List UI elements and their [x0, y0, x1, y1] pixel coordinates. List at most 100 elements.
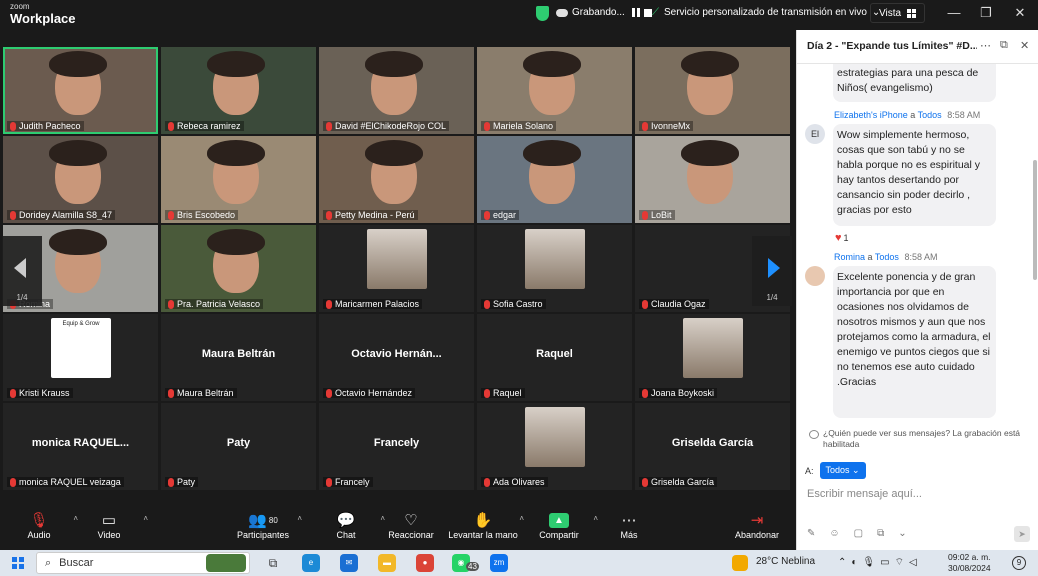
share-screen-button[interactable]: ▲ Compartir ˄	[524, 510, 598, 540]
participant-tile[interactable]: Sofia Castro	[477, 225, 632, 312]
more-button[interactable]: ⋯ Más	[594, 510, 664, 540]
participant-name-label: Judith Pacheco	[7, 121, 84, 131]
participant-tile[interactable]: Maura Beltrán Maura Beltrán	[161, 314, 316, 401]
participant-tile[interactable]: Rebeca ramirez	[161, 47, 316, 134]
participant-tile[interactable]: IvonneMx	[635, 47, 790, 134]
weather-text[interactable]: 28°C Neblina	[756, 556, 815, 567]
security-shield-icon[interactable]	[536, 6, 549, 21]
recipient-name: Todos	[917, 110, 942, 120]
participant-name-label: Claudia Ogaz	[639, 299, 709, 309]
participant-tile[interactable]: Bris Escobedo	[161, 136, 316, 223]
participant-tile[interactable]: Raquel Raquel	[477, 314, 632, 401]
video-options-caret[interactable]: ˄	[143, 514, 148, 523]
participant-name-label: Joana Boykoski	[639, 388, 718, 398]
audio-button[interactable]: 🎙 Audio ˄	[4, 510, 78, 540]
chat-more-options-icon[interactable]: ⋯	[980, 39, 991, 52]
chevron-right-icon	[768, 258, 780, 278]
muted-mic-icon	[168, 121, 174, 131]
muted-mic-icon	[168, 388, 174, 398]
participants-options-caret[interactable]: ˄	[297, 514, 302, 523]
file-explorer-icon[interactable]: ▬	[378, 554, 396, 572]
next-page-button[interactable]: 1/4	[752, 236, 792, 306]
weather-icon[interactable]	[732, 555, 748, 571]
view-button[interactable]: Vista	[870, 3, 926, 23]
task-view-icon[interactable]: ⧉	[264, 554, 282, 572]
participants-button[interactable]: 👥 80 Participantes ˄	[228, 510, 302, 540]
muted-mic-icon	[484, 477, 490, 487]
video-button[interactable]: ▭ Video ˄	[74, 510, 148, 540]
clock[interactable]: 09:02 a. m. 30/08/2024	[948, 552, 991, 574]
pause-recording-icon[interactable]	[631, 8, 640, 17]
people-icon	[809, 430, 819, 439]
edge-icon[interactable]: e	[302, 554, 320, 572]
notice-text: ¿Quién puede ver sus mensajes? La grabac…	[823, 428, 1021, 449]
livestream-indicator[interactable]: ⟋ Servicio personalizado de transmisión …	[652, 7, 880, 18]
chat-button[interactable]: 💬 Chat ˄	[311, 510, 385, 540]
participant-tile[interactable]: Petty Medina - Perú	[319, 136, 474, 223]
previous-page-button[interactable]: 1/4	[2, 236, 42, 306]
participant-name-label: LoBit	[639, 210, 675, 220]
notification-badge[interactable]: 9	[1012, 556, 1026, 570]
participant-tile[interactable]: Maricarmen Palacios	[319, 225, 474, 312]
participant-tile[interactable]: Octavio Hernán... Octavio Hernández	[319, 314, 474, 401]
participant-video-hair	[365, 51, 423, 77]
windows-start-icon[interactable]	[12, 557, 24, 569]
send-button[interactable]: ➤	[1014, 526, 1030, 542]
muted-mic-icon	[168, 210, 174, 220]
chat-messages[interactable]: estrategias para una pesca de Niños( eva…	[797, 64, 1033, 428]
participants-label: Participantes	[236, 530, 290, 540]
zoom-taskbar-icon[interactable]: zm	[490, 554, 508, 572]
participant-tile[interactable]: LoBit	[635, 136, 790, 223]
participant-tile[interactable]: edgar	[477, 136, 632, 223]
mail-icon[interactable]: ✉	[340, 554, 358, 572]
participant-tile[interactable]: Doridey Alamilla S8_47	[3, 136, 158, 223]
close-window-button[interactable]: ✕	[1008, 4, 1032, 22]
file-icon[interactable]: ▢	[854, 528, 863, 539]
popout-icon[interactable]: ⧉	[1000, 39, 1008, 52]
raise-hand-button[interactable]: ✋ Levantar la mano ˄	[446, 510, 524, 540]
search-highlight-icon[interactable]	[206, 554, 246, 572]
muted-mic-icon	[326, 210, 332, 220]
avatar: El	[805, 124, 825, 144]
chat-sender-line: Romina a Todos 8:58 AM	[834, 252, 937, 262]
participant-name-label: Raquel	[481, 388, 525, 398]
leave-meeting-button[interactable]: ⇥ Abandonar	[722, 510, 792, 540]
participant-tile[interactable]: David #ElChikodeRojo COL	[319, 47, 474, 134]
chrome-icon[interactable]: ●	[416, 554, 434, 572]
chat-scrollbar[interactable]	[1033, 160, 1037, 280]
participant-tile[interactable]: Joana Boykoski	[635, 314, 790, 401]
participant-tile[interactable]: Judith Pacheco	[3, 47, 158, 134]
chat-message-input[interactable]: Escribir mensaje aquí...	[807, 488, 922, 500]
participant-tile[interactable]: Ada Olivares	[477, 403, 632, 490]
participant-display-name: Octavio Hernán...	[351, 348, 442, 360]
stop-recording-icon[interactable]	[643, 8, 652, 17]
recording-indicator[interactable]: Grabando...	[556, 7, 652, 18]
signal-icon: ⟋	[652, 7, 659, 18]
participant-tile[interactable]: Mariela Solano	[477, 47, 632, 134]
participant-video-hair	[681, 140, 739, 166]
video-label: Video	[97, 530, 121, 540]
participant-name: Pra. Patricia Velasco	[177, 299, 261, 309]
participant-video-hair	[207, 229, 265, 255]
recipient-dropdown[interactable]: Todos ⌄	[819, 462, 866, 479]
participant-tile[interactable]: Pra. Patricia Velasco	[161, 225, 316, 312]
minimize-button[interactable]: —	[942, 4, 966, 22]
view-label: Vista	[879, 7, 902, 19]
participant-tile[interactable]: Equip & Grow Kristi Krauss	[3, 314, 158, 401]
system-tray-icons[interactable]: ⌃◐🎙▭⌔◁	[838, 556, 922, 569]
participant-tile[interactable]: monica RAQUEL... monica RAQUEL veizaga	[3, 403, 158, 490]
chat-visibility-notice[interactable]: ¿Quién puede ver sus mensajes? La grabac…	[807, 428, 1033, 450]
emoji-icon[interactable]: ☺	[829, 528, 839, 539]
close-chat-icon[interactable]: ✕	[1020, 39, 1029, 52]
participant-name-label: David #ElChikodeRojo COL	[323, 121, 450, 131]
react-button[interactable]: ♡ Reaccionar	[376, 510, 446, 540]
message-reaction[interactable]: ♥ 1	[835, 232, 849, 244]
chevron-down-icon[interactable]: ⌄	[898, 528, 906, 539]
participant-tile[interactable]: Griselda García Griselda García	[635, 403, 790, 490]
restore-button[interactable]: ❐	[974, 4, 998, 22]
participant-tile[interactable]: Paty Paty	[161, 403, 316, 490]
screenshot-icon[interactable]: ⧉	[877, 528, 884, 539]
format-icon[interactable]: ✎	[807, 528, 815, 539]
message-time: 8:58 AM	[947, 110, 981, 120]
participant-tile[interactable]: Francely Francely	[319, 403, 474, 490]
